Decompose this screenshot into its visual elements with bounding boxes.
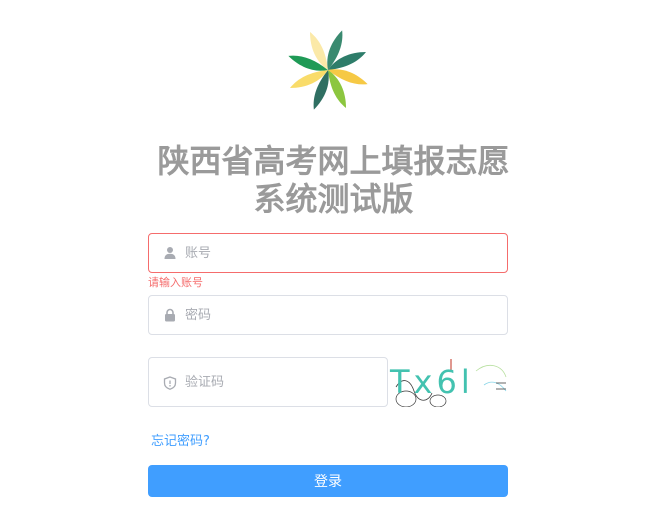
- captcha-image[interactable]: Tx6l: [388, 357, 508, 407]
- account-field[interactable]: [148, 233, 508, 273]
- captcha-field[interactable]: [148, 357, 388, 407]
- account-input[interactable]: [185, 234, 495, 272]
- forgot-password-link[interactable]: 忘记密码?: [151, 430, 210, 449]
- login-button[interactable]: 登录: [148, 465, 508, 497]
- page-title-line2: 系统测试版: [253, 180, 414, 218]
- page-title-line1: 陕西省高考网上填报志愿: [157, 142, 510, 180]
- login-page: 陕西省高考网上填报志愿 系统测试版 请输入账号 Tx: [0, 0, 667, 515]
- lock-icon: [165, 308, 175, 322]
- password-field[interactable]: [148, 295, 508, 335]
- shield-icon: [163, 376, 177, 390]
- logo-icon: [288, 30, 368, 110]
- captcha-input[interactable]: [185, 358, 375, 406]
- user-icon: [164, 247, 176, 259]
- password-input[interactable]: [185, 296, 495, 334]
- captcha-text: Tx6l: [389, 363, 474, 401]
- account-error-message: 请输入账号: [148, 276, 203, 289]
